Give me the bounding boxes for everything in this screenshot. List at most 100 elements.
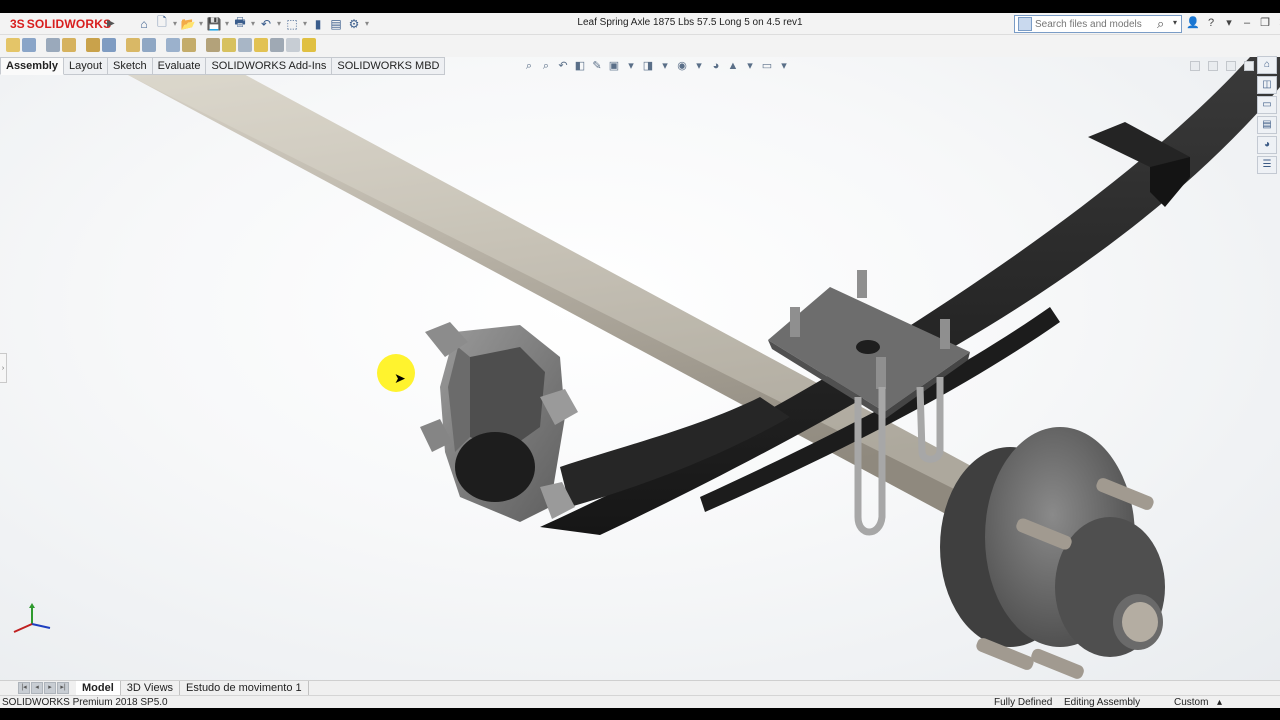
cascade-icon[interactable] xyxy=(1208,61,1218,71)
undo-icon[interactable]: ↶ xyxy=(258,15,274,32)
last-tab-icon[interactable]: ▸| xyxy=(57,682,69,694)
window-controls: 👤 ? ▾ – ❐ ✕ xyxy=(1186,15,1280,32)
unit-system[interactable]: Custom xyxy=(1174,696,1208,709)
status-bar: SOLIDWORKS Premium 2018 SP5.0 Fully Defi… xyxy=(0,695,1280,708)
tab-assembly[interactable]: Assembly xyxy=(0,57,64,75)
flyout-arrow-icon[interactable]: ▶ xyxy=(107,16,117,32)
bill-of-materials-icon[interactable] xyxy=(206,38,220,52)
instant3d-icon[interactable] xyxy=(254,38,268,52)
restore-icon[interactable]: ❐ xyxy=(1258,15,1272,32)
print-icon[interactable]: 🖶 xyxy=(232,15,248,32)
new-icon[interactable]: 🗋 xyxy=(154,15,170,32)
save-icon[interactable]: 💾 xyxy=(206,15,222,32)
feature-manager-toggle[interactable]: › xyxy=(0,353,7,383)
user-icon[interactable]: 👤 xyxy=(1186,15,1200,32)
previous-view-icon[interactable]: ↶ xyxy=(556,59,570,73)
reference-geometry-icon[interactable] xyxy=(166,38,180,52)
zoom-to-fit-icon[interactable]: ⌕ xyxy=(522,59,536,73)
model-tabs-bar: |◂ ◂ ▸ ▸| Model 3D Views Estudo de movim… xyxy=(0,680,1280,696)
wheel-hub[interactable] xyxy=(940,427,1165,680)
section-view-icon[interactable]: ◧ xyxy=(573,59,587,73)
dropdown-arrow-icon[interactable]: ▾ xyxy=(224,15,230,32)
solidworks-logo[interactable]: 3S SOLIDWORKS xyxy=(10,16,111,32)
assembly-features-icon[interactable] xyxy=(142,38,156,52)
dropdown-arrow-icon[interactable]: ▾ xyxy=(364,15,370,32)
search-icon[interactable]: ⌕ xyxy=(1157,16,1164,32)
graphics-area[interactable]: ⌕ ⌕ ↶ ◧ ✎ ▣ ▾ ◨ ▾ ◉ ▾ ◕ ▲ ▾ ▭ ▾ ➤ › xyxy=(0,57,1280,680)
tab-sketch[interactable]: Sketch xyxy=(108,57,153,75)
hide-show-icon[interactable]: ◉ xyxy=(675,59,689,73)
tab-layout[interactable]: Layout xyxy=(63,57,109,75)
chevron-down-icon[interactable]: ▾ xyxy=(658,59,672,73)
appearances-icon[interactable]: ◕ xyxy=(1257,136,1277,154)
tab-scroll-arrows: |◂ ◂ ▸ ▸| xyxy=(18,682,69,694)
file-explorer-icon[interactable]: ▤ xyxy=(1257,116,1277,134)
home-icon[interactable]: ⌂ xyxy=(136,15,152,32)
chevron-down-icon[interactable]: ▾ xyxy=(743,59,757,73)
dropdown-arrow-icon[interactable] xyxy=(38,38,44,52)
minimize-icon[interactable] xyxy=(1226,61,1236,71)
dropdown-arrow-icon[interactable]: ▾ xyxy=(198,15,204,32)
update-speedpak-icon[interactable] xyxy=(270,38,284,52)
options-icon[interactable]: ⚙ xyxy=(346,15,362,32)
chevron-down-icon[interactable]: ▾ xyxy=(777,59,791,73)
search-box[interactable]: ⌕ ▾ xyxy=(1014,15,1182,33)
tab-3d-views[interactable]: 3D Views xyxy=(121,681,181,696)
next-tab-icon[interactable]: ▸ xyxy=(44,682,56,694)
tab-model[interactable]: Model xyxy=(76,681,121,696)
first-tab-icon[interactable]: |◂ xyxy=(18,682,30,694)
dropdown-arrow-icon[interactable]: ▾ xyxy=(250,15,256,32)
search-input[interactable] xyxy=(1035,17,1155,31)
tab-mbd[interactable]: SOLIDWORKS MBD xyxy=(332,57,446,75)
large-assembly-icon[interactable] xyxy=(302,38,316,52)
design-library-icon[interactable]: ▭ xyxy=(1257,96,1277,114)
assembly-model[interactable] xyxy=(0,57,1280,680)
dynamic-annotation-icon[interactable]: ✎ xyxy=(590,59,604,73)
close-icon[interactable]: ✕ xyxy=(1276,15,1280,32)
chevron-up-icon[interactable]: ▴ xyxy=(1217,696,1222,709)
tab-evaluate[interactable]: Evaluate xyxy=(152,57,207,75)
show-hidden-icon[interactable] xyxy=(126,38,140,52)
dropdown-arrow-icon[interactable]: ▾ xyxy=(172,15,178,32)
select-icon[interactable]: ⬚ xyxy=(284,15,300,32)
ds-logo-mark: 3S xyxy=(10,17,25,31)
zoom-to-area-icon[interactable]: ⌕ xyxy=(539,59,553,73)
dropdown-arrow-icon[interactable]: ▾ xyxy=(302,15,308,32)
rebuild-icon[interactable]: ▮ xyxy=(310,15,326,32)
edit-appearance-icon[interactable]: ◕ xyxy=(709,59,723,73)
tile-icon[interactable] xyxy=(1190,61,1200,71)
component-preview-icon[interactable] xyxy=(46,38,60,52)
take-snapshot-icon[interactable] xyxy=(286,38,300,52)
chevron-down-icon[interactable]: ▾ xyxy=(692,59,706,73)
display-style-icon[interactable]: ◨ xyxy=(641,59,655,73)
insert-components-icon[interactable] xyxy=(6,38,20,52)
smart-fasteners-icon[interactable] xyxy=(86,38,100,52)
exploded-view-icon[interactable] xyxy=(222,38,236,52)
new-motion-study-icon[interactable] xyxy=(182,38,196,52)
chevron-down-icon[interactable]: ▾ xyxy=(1173,18,1177,27)
explode-line-icon[interactable] xyxy=(238,38,252,52)
dropdown-arrow-icon[interactable]: ▾ xyxy=(276,15,282,32)
minimize-icon[interactable]: – xyxy=(1240,15,1254,32)
move-component-icon[interactable] xyxy=(102,38,116,52)
mate-icon[interactable] xyxy=(22,38,36,52)
prev-tab-icon[interactable]: ◂ xyxy=(31,682,43,694)
custom-props-icon[interactable]: ☰ xyxy=(1257,156,1277,174)
home-icon[interactable]: ⌂ xyxy=(1257,56,1277,74)
file-props-icon[interactable]: ▤ xyxy=(328,15,344,32)
tab-motion-study[interactable]: Estudo de movimento 1 xyxy=(180,681,309,696)
resources-icon[interactable]: ◫ xyxy=(1257,76,1277,94)
open-icon[interactable]: 📂 xyxy=(180,15,196,32)
search-scope-icon[interactable] xyxy=(1018,17,1032,31)
spring-hanger[interactable] xyxy=(420,322,578,522)
restore-icon[interactable] xyxy=(1244,61,1254,71)
chevron-down-icon[interactable]: ▾ xyxy=(624,59,638,73)
linear-pattern-icon[interactable] xyxy=(62,38,76,52)
help-icon[interactable]: ? xyxy=(1204,15,1218,32)
tab-addins[interactable]: SOLIDWORKS Add-Ins xyxy=(206,57,333,75)
chevron-down-icon[interactable]: ▾ xyxy=(1222,15,1236,32)
view-orientation-icon[interactable]: ▣ xyxy=(607,59,621,73)
axle-tube[interactable] xyxy=(128,57,1010,527)
view-settings-icon[interactable]: ▭ xyxy=(760,59,774,73)
apply-scene-icon[interactable]: ▲ xyxy=(726,59,740,73)
